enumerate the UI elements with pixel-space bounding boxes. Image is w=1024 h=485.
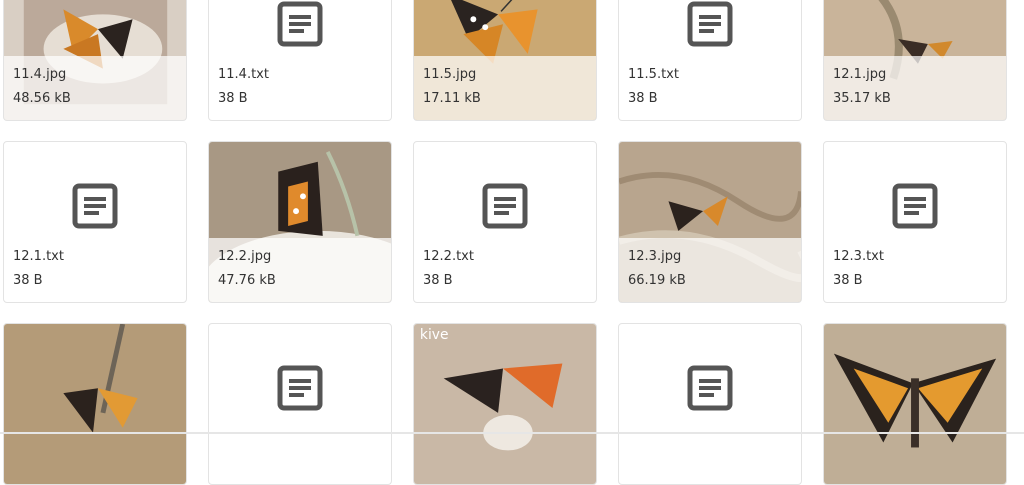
file-label: 11.4.jpg 48.56 kB bbox=[4, 56, 186, 120]
file-label: 11.4.txt 38 B bbox=[209, 56, 391, 120]
file-size: 48.56 kB bbox=[13, 91, 71, 106]
file-size: 38 B bbox=[218, 91, 248, 106]
file-label: 12.2.jpg 47.76 kB bbox=[209, 238, 391, 302]
document-icon bbox=[482, 183, 528, 229]
file-size: 47.76 kB bbox=[218, 273, 276, 288]
file-card[interactable]: 12.2.txt 38 B bbox=[413, 141, 597, 303]
file-card[interactable]: 12.1.txt 38 B bbox=[3, 141, 187, 303]
file-name: 12.2.jpg bbox=[218, 249, 272, 264]
file-card[interactable]: 11.5.jpg 17.11 kB bbox=[413, 0, 597, 121]
file-card[interactable]: 12.2.jpg 47.76 kB bbox=[208, 141, 392, 303]
image-thumbnail: kive bbox=[414, 324, 596, 484]
file-name: 12.3.jpg bbox=[628, 249, 682, 264]
file-size: 66.19 kB bbox=[628, 273, 686, 288]
document-icon bbox=[277, 1, 323, 47]
file-size: 38 B bbox=[833, 273, 863, 288]
file-size: 38 B bbox=[423, 273, 453, 288]
file-card[interactable]: 11.4.txt 38 B bbox=[208, 0, 392, 121]
document-icon bbox=[892, 183, 938, 229]
file-label: 12.3.jpg 66.19 kB bbox=[619, 238, 801, 302]
file-card[interactable] bbox=[208, 323, 392, 485]
file-name: 12.2.txt bbox=[423, 249, 474, 264]
file-label: 12.1.txt 38 B bbox=[4, 238, 186, 302]
file-name: 11.5.txt bbox=[628, 67, 679, 82]
file-name: 11.4.txt bbox=[218, 67, 269, 82]
file-card[interactable]: 12.3.txt 38 B bbox=[823, 141, 1007, 303]
file-size: 17.11 kB bbox=[423, 91, 481, 106]
file-name: 11.5.jpg bbox=[423, 67, 477, 82]
file-card[interactable] bbox=[618, 323, 802, 485]
file-label: 12.2.txt 38 B bbox=[414, 238, 596, 302]
file-grid: 11.4.jpg 48.56 kB 11.4.txt 38 B 11.5.jpg bbox=[0, 0, 1024, 485]
file-name: 11.4.jpg bbox=[13, 67, 67, 82]
file-label: 12.1.jpg 35.17 kB bbox=[824, 56, 1006, 120]
file-card[interactable]: 12.1.jpg 35.17 kB bbox=[823, 0, 1007, 121]
file-label: 11.5.txt 38 B bbox=[619, 56, 801, 120]
file-size: 38 B bbox=[13, 273, 43, 288]
file-label: 11.5.jpg 17.11 kB bbox=[414, 56, 596, 120]
document-icon bbox=[277, 365, 323, 411]
image-thumbnail bbox=[4, 324, 186, 484]
watermark: kive bbox=[420, 327, 449, 343]
file-size: 38 B bbox=[628, 91, 658, 106]
file-card[interactable]: kive bbox=[413, 323, 597, 485]
document-icon bbox=[72, 183, 118, 229]
file-label: 12.3.txt 38 B bbox=[824, 238, 1006, 302]
image-thumbnail bbox=[824, 324, 1006, 484]
file-card[interactable] bbox=[3, 323, 187, 485]
document-icon bbox=[687, 365, 733, 411]
file-card[interactable]: 11.4.jpg 48.56 kB bbox=[3, 0, 187, 121]
file-name: 12.1.jpg bbox=[833, 67, 887, 82]
document-icon bbox=[687, 1, 733, 47]
file-size: 35.17 kB bbox=[833, 91, 891, 106]
file-name: 12.1.txt bbox=[13, 249, 64, 264]
file-card[interactable]: 11.5.txt 38 B bbox=[618, 0, 802, 121]
file-card[interactable] bbox=[823, 323, 1007, 485]
file-name: 12.3.txt bbox=[833, 249, 884, 264]
file-card[interactable]: 12.3.jpg 66.19 kB bbox=[618, 141, 802, 303]
